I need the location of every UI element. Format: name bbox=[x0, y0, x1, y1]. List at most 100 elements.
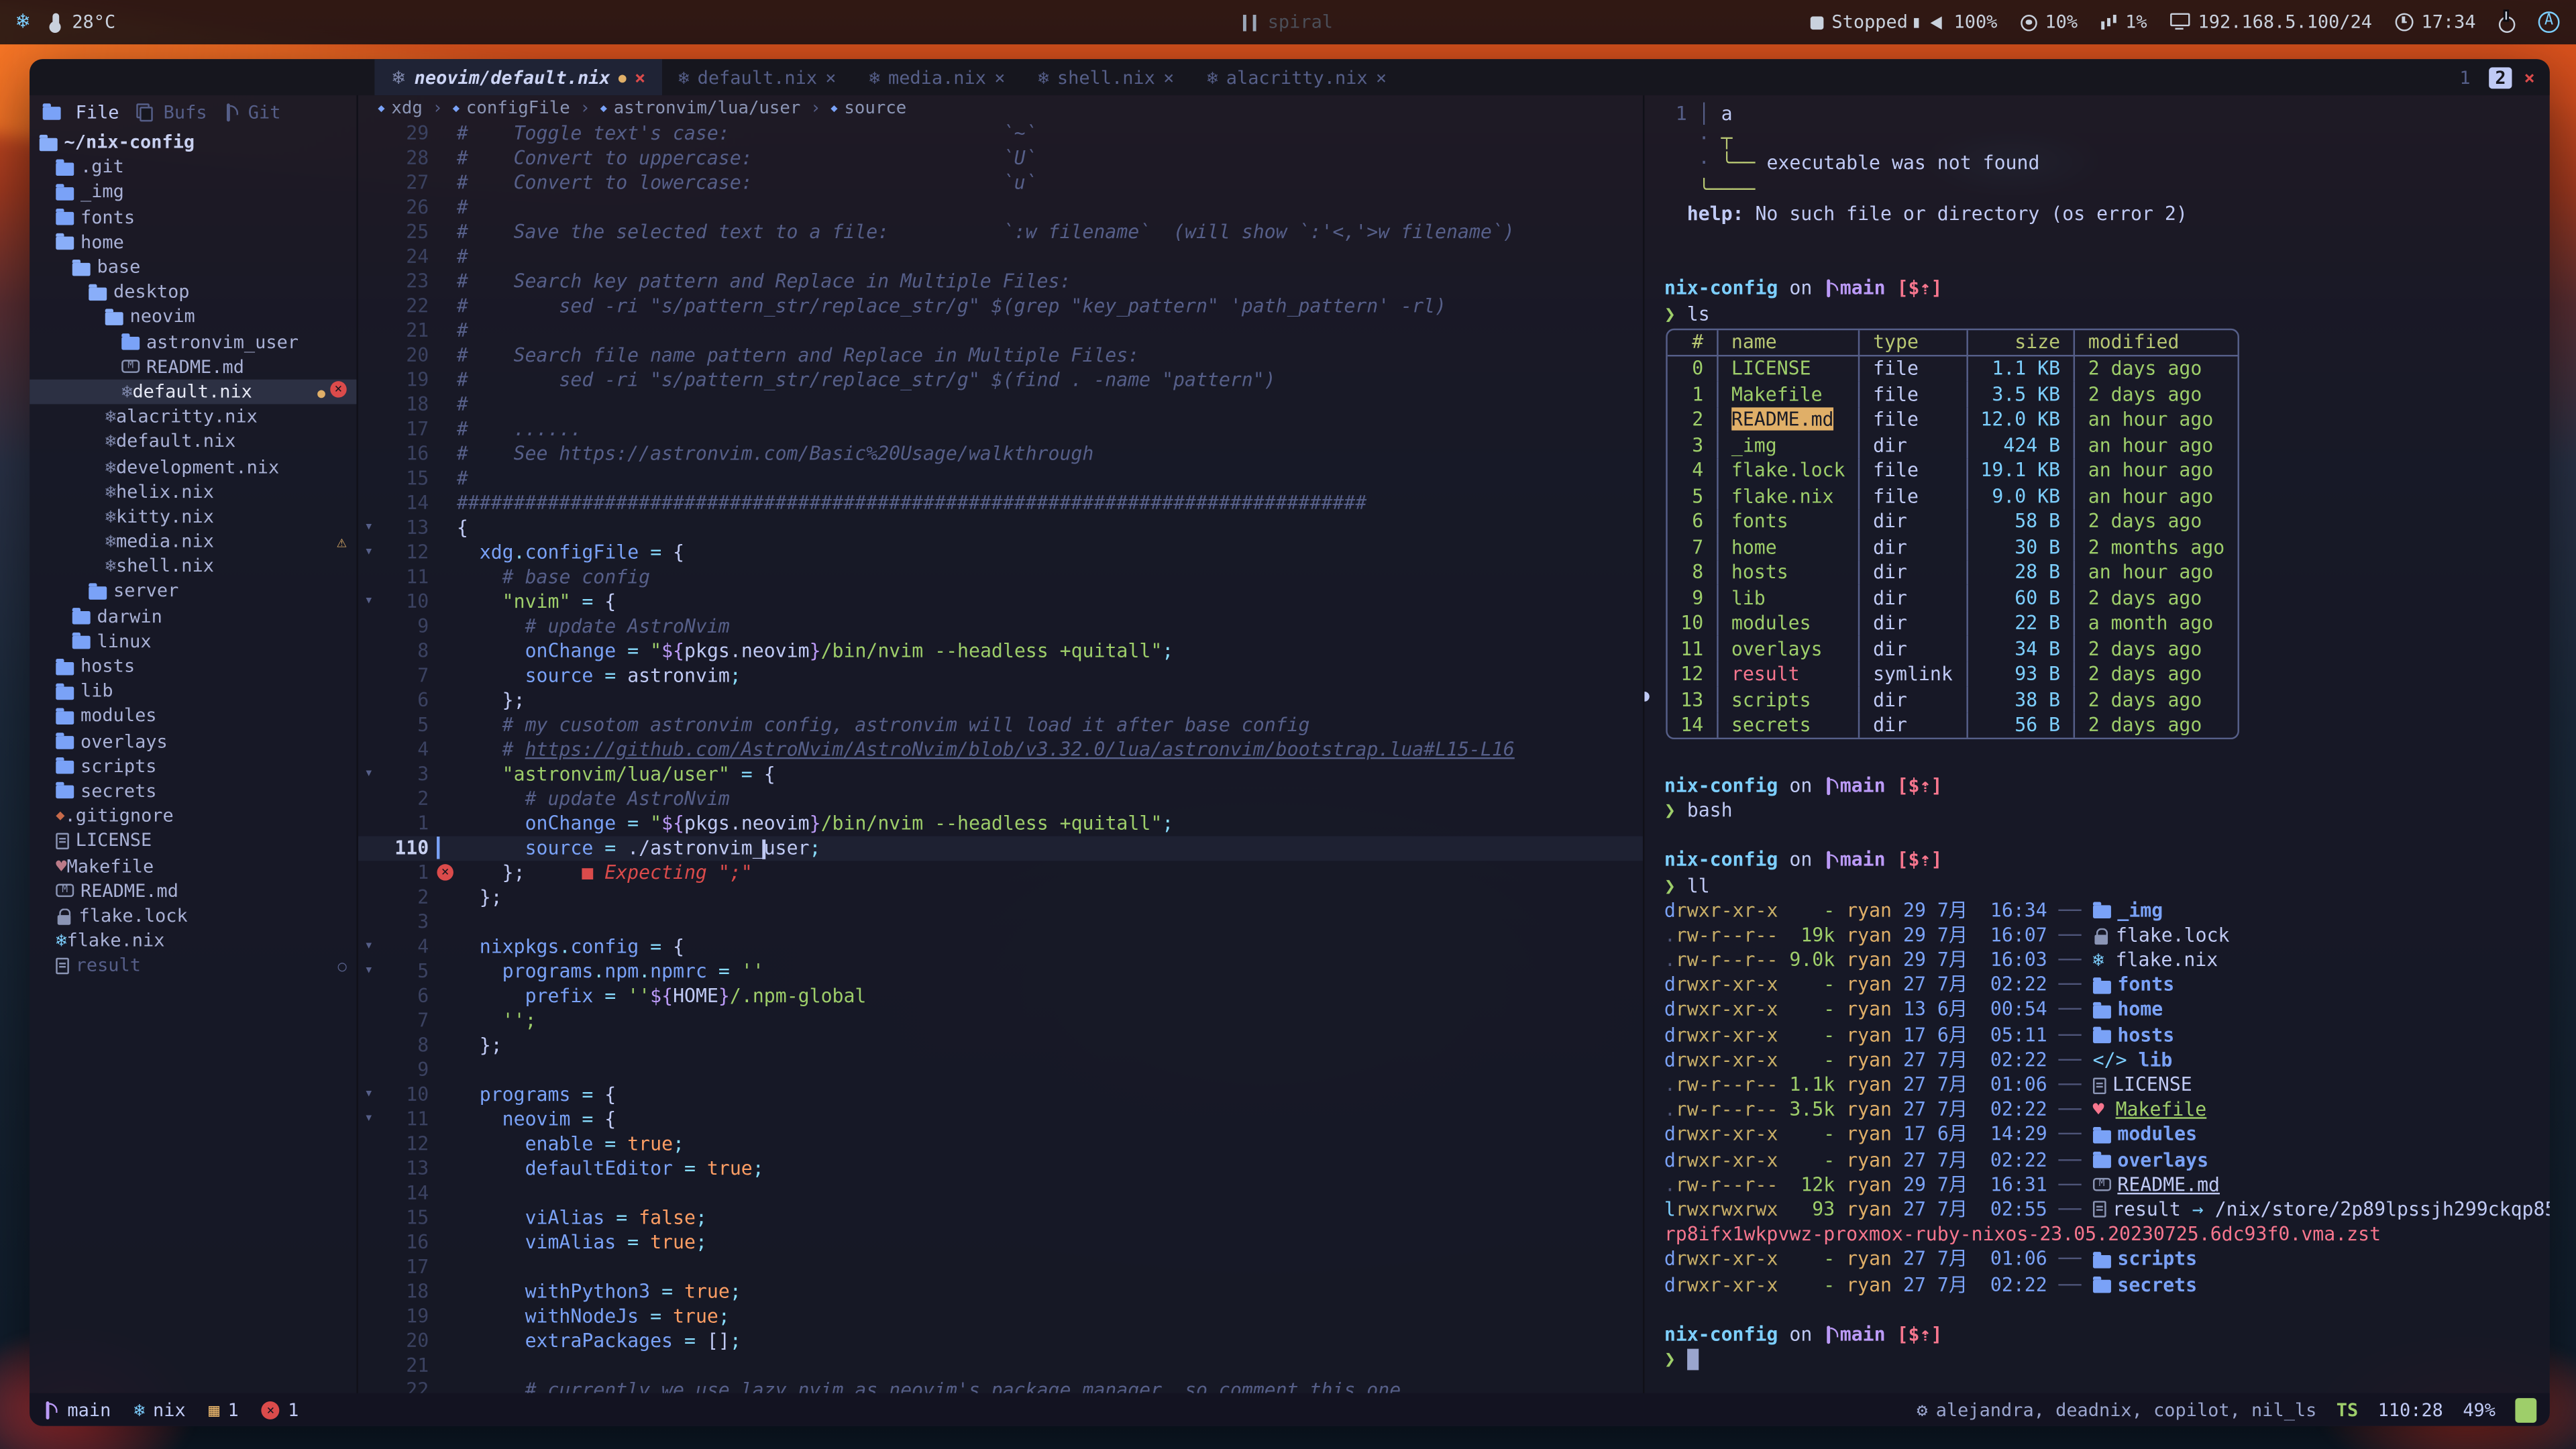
tree-item[interactable]: README.md bbox=[30, 354, 356, 379]
editor-line[interactable]: 20 extraPackages = []; bbox=[358, 1329, 1643, 1354]
tree-item[interactable]: home bbox=[30, 229, 356, 254]
editor-line[interactable]: 28# Convert to uppercase: `U` bbox=[358, 146, 1643, 171]
editor-line[interactable]: 24# bbox=[358, 245, 1643, 270]
fold-icon[interactable] bbox=[358, 146, 380, 171]
git-branch[interactable]: main bbox=[43, 1399, 111, 1420]
tree-item[interactable]: linux bbox=[30, 629, 356, 653]
tree-item[interactable]: _img bbox=[30, 180, 356, 205]
fold-icon[interactable] bbox=[358, 565, 380, 590]
fold-icon[interactable] bbox=[358, 245, 380, 270]
editor-line[interactable]: 12 enable = true; bbox=[358, 1132, 1643, 1157]
tree-item[interactable]: base bbox=[30, 254, 356, 279]
editor-line[interactable]: 20# Search file name pattern and Replace… bbox=[358, 343, 1643, 368]
editor-line[interactable]: 23# Search key pattern and Replace in Mu… bbox=[358, 270, 1643, 294]
tree-item[interactable]: server bbox=[30, 579, 356, 604]
editor-line[interactable]: 17# ...... bbox=[358, 417, 1643, 442]
editor-line[interactable]: ▾10 "nvim" = { bbox=[358, 590, 1643, 614]
editor-line[interactable]: 9 # update AstroNvim bbox=[358, 614, 1643, 639]
fold-icon[interactable] bbox=[358, 171, 380, 196]
fold-icon[interactable] bbox=[358, 1329, 380, 1354]
lsp-clients[interactable]: alejandra, deadnix, copilot, nil_ls bbox=[1917, 1399, 2316, 1420]
fold-icon[interactable] bbox=[358, 984, 380, 1009]
tree-item[interactable]: .gitignore bbox=[30, 804, 356, 828]
tree-item[interactable]: astronvim_user bbox=[30, 329, 356, 354]
editor-line[interactable]: 2 # update AstroNvim bbox=[358, 787, 1643, 812]
fold-icon[interactable] bbox=[358, 1058, 380, 1083]
fold-icon[interactable] bbox=[358, 787, 380, 812]
tabpage-2[interactable]: 2 bbox=[2489, 66, 2513, 88]
close-buffer-icon[interactable] bbox=[635, 66, 645, 88]
editor-line[interactable]: 29# Toggle text's case: `~` bbox=[358, 121, 1643, 146]
close-buffer-icon[interactable] bbox=[825, 66, 836, 88]
tree-item[interactable]: secrets bbox=[30, 779, 356, 804]
explorer-tab-git[interactable]: Git bbox=[223, 101, 280, 123]
fold-icon[interactable] bbox=[358, 467, 380, 492]
fold-icon[interactable] bbox=[358, 1157, 380, 1181]
editor-line[interactable]: 4 # https://github.com/AstroNvim/AstroNv… bbox=[358, 738, 1643, 763]
editor-line[interactable]: 27# Convert to lowercase: `u` bbox=[358, 171, 1643, 196]
tree-item[interactable]: shell.nix bbox=[30, 554, 356, 579]
editor-line[interactable]: 9 bbox=[358, 1058, 1643, 1083]
pane-divider-handle[interactable] bbox=[1643, 692, 1650, 702]
input-method-widget[interactable] bbox=[2538, 11, 2560, 33]
editor-line[interactable]: ▾5 programs.npm.npmrc = '' bbox=[358, 959, 1643, 984]
editor-line[interactable]: 21# bbox=[358, 319, 1643, 343]
editor-line[interactable]: 1 }; ■ Expecting ";" bbox=[358, 861, 1643, 885]
buffer-tab[interactable]: alacritty.nix bbox=[1191, 59, 1403, 95]
buffer-tab[interactable]: default.nix bbox=[662, 59, 853, 95]
fold-icon[interactable] bbox=[358, 368, 380, 393]
media-widget[interactable]: spiral bbox=[1243, 11, 1333, 33]
editor-line[interactable]: 14######################################… bbox=[358, 491, 1643, 516]
filetype-indicator[interactable]: nix bbox=[134, 1399, 186, 1420]
fold-icon[interactable] bbox=[358, 663, 380, 688]
editor-line[interactable]: 13 defaultEditor = true; bbox=[358, 1157, 1643, 1181]
editor-line[interactable]: ▾3 "astronvim/lua/user" = { bbox=[358, 762, 1643, 787]
buffer-tab[interactable]: shell.nix bbox=[1022, 59, 1191, 95]
fold-icon[interactable] bbox=[358, 1230, 380, 1255]
fold-icon[interactable] bbox=[358, 614, 380, 639]
tree-item[interactable]: default.nix bbox=[30, 429, 356, 454]
editor-line[interactable]: 21 bbox=[358, 1354, 1643, 1379]
network-address-widget[interactable]: 192.168.5.100/24 bbox=[2170, 11, 2372, 33]
fold-icon[interactable]: ▾ bbox=[358, 959, 380, 984]
tree-item[interactable]: development.nix bbox=[30, 454, 356, 479]
fold-icon[interactable] bbox=[358, 417, 380, 442]
fold-icon[interactable]: ▾ bbox=[358, 590, 380, 614]
tree-item[interactable]: modules bbox=[30, 704, 356, 729]
fold-icon[interactable] bbox=[358, 1206, 380, 1231]
editor-line[interactable]: ▾11 neovim = { bbox=[358, 1108, 1643, 1132]
breadcrumb-item[interactable]: xdg bbox=[378, 99, 423, 118]
editor-line[interactable]: 19# sed -ri "s/pattern_str/replace_str/g… bbox=[358, 368, 1643, 393]
buffer-tab[interactable]: media.nix bbox=[853, 59, 1022, 95]
tree-item[interactable]: media.nix bbox=[30, 529, 356, 554]
editor[interactable]: 29# Toggle text's case: `~` 28# Convert … bbox=[358, 121, 1643, 1393]
cpu-usage-widget[interactable]: 1% bbox=[2100, 11, 2147, 33]
tree-item[interactable]: alacritty.nix bbox=[30, 405, 356, 429]
disk-usage-widget[interactable]: 10% bbox=[2021, 11, 2078, 33]
editor-line[interactable]: 6 prefix = ''${HOME}/.npm-global bbox=[358, 984, 1643, 1009]
tree-item[interactable]: flake.nix bbox=[30, 928, 356, 953]
volume-widget[interactable]: 100% bbox=[1931, 11, 1997, 33]
fold-icon[interactable]: ▾ bbox=[358, 934, 380, 959]
tree-item[interactable]: neovim bbox=[30, 305, 356, 329]
fold-icon[interactable] bbox=[358, 1009, 380, 1034]
fold-icon[interactable] bbox=[358, 1033, 380, 1058]
fold-icon[interactable] bbox=[358, 121, 380, 146]
editor-line[interactable]: 110 source = ./astronvim_user; bbox=[358, 837, 1643, 861]
fold-icon[interactable]: ▾ bbox=[358, 1083, 380, 1108]
tree-item[interactable]: lib bbox=[30, 679, 356, 704]
tree-item[interactable]: default.nix bbox=[30, 379, 356, 404]
editor-line[interactable]: 18 withPython3 = true; bbox=[358, 1280, 1643, 1305]
breadcrumb-item[interactable]: source bbox=[830, 99, 906, 118]
fold-icon[interactable] bbox=[358, 713, 380, 738]
editor-line[interactable]: 8 }; bbox=[358, 1033, 1643, 1058]
editor-line[interactable]: 3 bbox=[358, 910, 1643, 935]
editor-line[interactable]: 18# bbox=[358, 392, 1643, 417]
fold-icon[interactable] bbox=[358, 812, 380, 837]
tree-item[interactable]: README.md bbox=[30, 878, 356, 903]
tree-item[interactable]: flake.lock bbox=[30, 903, 356, 928]
editor-line[interactable]: 8 onChange = "${pkgs.neovim}/bin/nvim --… bbox=[358, 639, 1643, 664]
tree-root[interactable]: ~/nix-config bbox=[30, 129, 356, 154]
explorer-tab-bufs[interactable]: Bufs bbox=[136, 101, 207, 123]
close-buffer-icon[interactable] bbox=[1376, 66, 1387, 88]
